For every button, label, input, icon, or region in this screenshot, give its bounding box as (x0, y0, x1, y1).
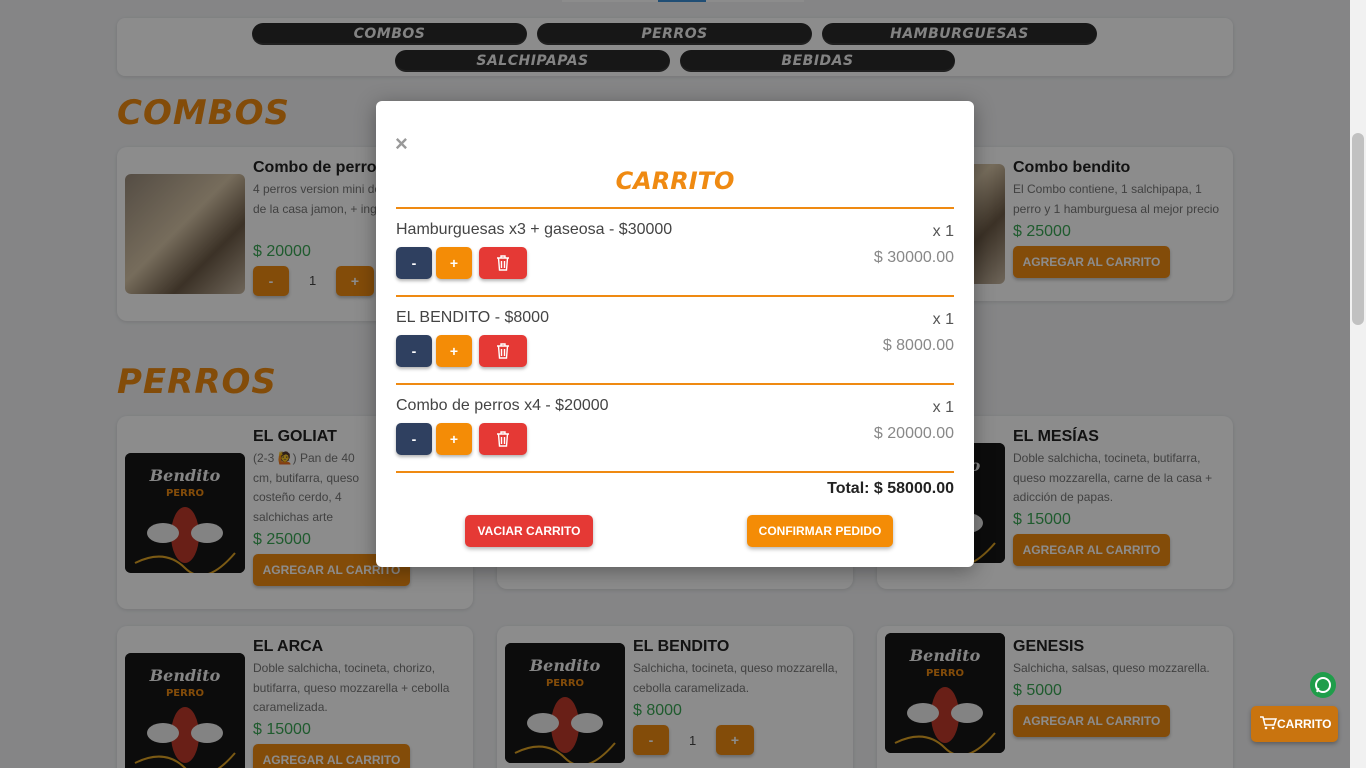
cart-item-subtotal: $ 30000.00 (873, 249, 954, 266)
decrease-button[interactable]: - (396, 335, 432, 367)
cart-item-quantity: x 1 (932, 311, 954, 328)
decrease-button[interactable]: - (396, 423, 432, 455)
delete-button[interactable] (479, 247, 527, 279)
cart-item-quantity: x 1 (932, 399, 954, 416)
increase-button[interactable]: + (436, 423, 472, 455)
cart-item-name: Hamburguesas x3 + gaseosa - $30000 (396, 221, 673, 238)
trash-icon (497, 343, 509, 359)
delete-button[interactable] (479, 423, 527, 455)
page-scrollbar[interactable] (1350, 0, 1366, 768)
divider (396, 383, 954, 385)
divider (396, 207, 954, 209)
cart-item-name: Combo de perros x4 - $20000 (396, 397, 609, 414)
divider (396, 295, 954, 297)
confirm-order-button[interactable]: CONFIRMAR PEDIDO (747, 515, 893, 547)
trash-icon (497, 255, 509, 271)
whatsapp-icon[interactable] (1310, 672, 1336, 698)
cart-item-subtotal: $ 8000.00 (882, 337, 954, 354)
trash-icon (497, 431, 509, 447)
cart-item-name: EL BENDITO - $8000 (396, 309, 549, 326)
increase-button[interactable]: + (436, 335, 472, 367)
delete-button[interactable] (479, 335, 527, 367)
divider (396, 471, 954, 473)
cart-item-subtotal: $ 20000.00 (873, 425, 954, 442)
cart-total: Total: $ 58000.00 (827, 480, 954, 497)
cart-modal: × CARRITO Hamburguesas x3 + gaseosa - $3… (376, 101, 974, 567)
decrease-button[interactable]: - (396, 247, 432, 279)
floating-cart-button[interactable]: CARRITO (1251, 706, 1338, 742)
close-icon[interactable]: × (395, 131, 408, 157)
modal-title: CARRITO (615, 167, 735, 195)
scrollbar-thumb[interactable] (1352, 133, 1364, 325)
floating-cart-label: CARRITO (1277, 717, 1332, 731)
increase-button[interactable]: + (436, 247, 472, 279)
clear-cart-button[interactable]: VACIAR CARRITO (465, 515, 593, 547)
cart-icon (1259, 716, 1278, 731)
cart-item-quantity: x 1 (932, 223, 954, 240)
